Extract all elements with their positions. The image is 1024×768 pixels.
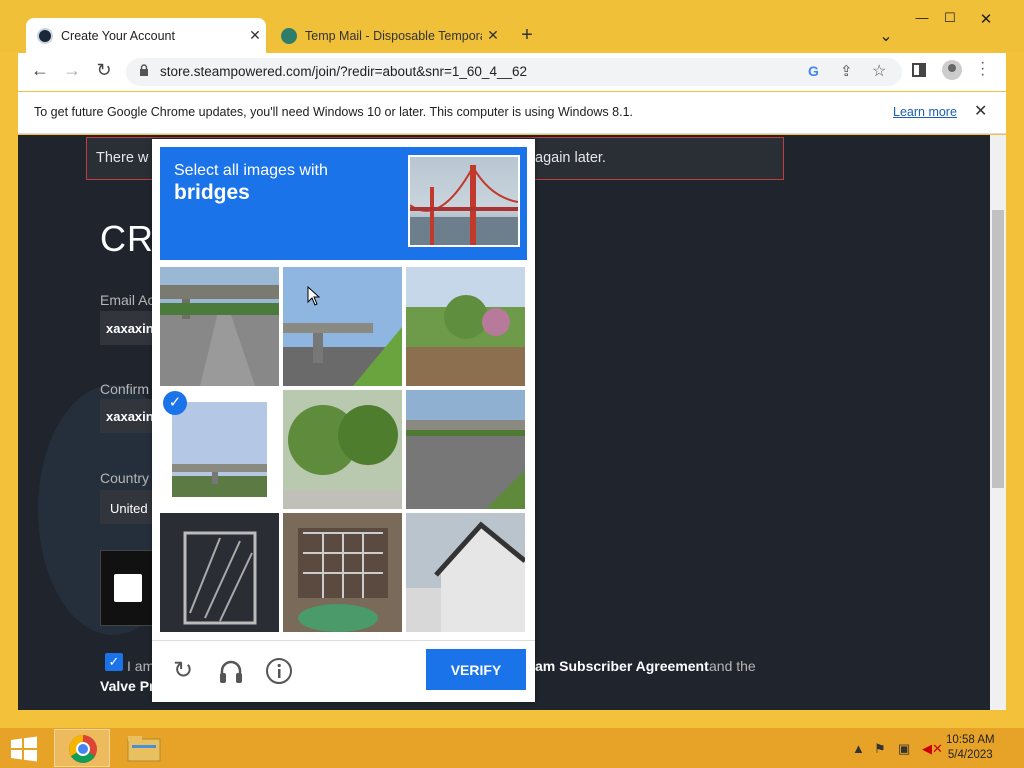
captcha-tile[interactable]	[283, 390, 402, 509]
selected-check-icon: ✓	[163, 391, 187, 415]
taskbar-chrome[interactable]	[54, 729, 110, 767]
verify-button[interactable]: VERIFY	[426, 649, 526, 690]
network-icon[interactable]: ▣	[898, 741, 910, 757]
infobar-close-icon[interactable]: ✕	[974, 101, 987, 121]
tempmail-icon	[281, 27, 297, 44]
taskbar-clock[interactable]: 10:58 AM 5/4/2023	[946, 733, 995, 763]
valve-privacy-link[interactable]: Valve Pr	[100, 678, 155, 694]
learn-more-link[interactable]: Learn more	[893, 105, 957, 119]
action-center-flag-icon[interactable]: ⚑	[874, 741, 886, 757]
captcha-target: bridges	[174, 181, 250, 204]
sample-bridge-image	[408, 155, 520, 247]
agree-and-text: and the	[709, 658, 756, 674]
subscriber-agreement-link[interactable]: am Subscriber Agreement	[535, 658, 709, 674]
error-text-left: There w	[96, 150, 149, 166]
confirm-email-label: Confirm	[100, 381, 150, 397]
maximize-button[interactable]: ☐	[936, 10, 964, 26]
scrollbar-thumb[interactable]	[992, 210, 1004, 488]
email-value: xaxaxin	[106, 321, 154, 336]
captcha-footer-divider	[152, 640, 535, 641]
headphones-icon[interactable]	[216, 656, 246, 686]
menu-icon[interactable]: · · ·	[980, 55, 985, 83]
reload-icon[interactable]: ↻	[168, 656, 198, 686]
tab-temp-mail[interactable]: Temp Mail - Disposable Tempora ✕	[270, 18, 504, 53]
agree-checkbox[interactable]: ✓	[105, 653, 123, 671]
captcha-tile[interactable]	[160, 267, 279, 386]
captcha-tile[interactable]	[283, 513, 402, 632]
steam-icon	[37, 27, 53, 44]
captcha-tile[interactable]	[406, 267, 525, 386]
country-value: United	[110, 501, 148, 516]
url-text[interactable]: store.steampowered.com/join/?redir=about…	[160, 64, 527, 79]
info-icon[interactable]	[264, 656, 294, 686]
captcha-tile[interactable]	[406, 390, 525, 509]
taskbar-file-explorer[interactable]	[116, 729, 172, 767]
windows-start-icon[interactable]	[10, 736, 38, 762]
forward-icon[interactable]: →	[60, 60, 84, 81]
minimize-button[interactable]: —	[908, 10, 936, 25]
clock-date: 5/4/2023	[947, 749, 993, 761]
mouse-cursor-icon	[307, 285, 321, 311]
close-tab-icon[interactable]: ✕	[482, 27, 504, 44]
captcha-tile[interactable]	[160, 513, 279, 632]
volume-muted-icon[interactable]: ◀✕	[922, 741, 943, 757]
reload-icon[interactable]: ↻	[92, 60, 116, 81]
infobar-message: To get future Google Chrome updates, you…	[34, 105, 633, 119]
tab-search-icon[interactable]: ⌄	[872, 26, 900, 46]
lock-icon[interactable]	[139, 64, 149, 77]
tab-title: Temp Mail - Disposable Tempora	[305, 28, 482, 43]
tab-create-account[interactable]: Create Your Account ✕	[26, 18, 266, 53]
tab-title: Create Your Account	[61, 28, 175, 43]
close-window-button[interactable]: ✕	[972, 10, 1000, 28]
agree-text-left: I am	[127, 658, 155, 674]
captcha-tile[interactable]	[406, 513, 525, 632]
star-icon[interactable]: ☆	[872, 61, 886, 81]
profile-icon[interactable]	[942, 60, 962, 80]
back-icon[interactable]: ←	[28, 60, 52, 81]
new-tab-button[interactable]: +	[516, 24, 538, 47]
email-label: Email Ac	[100, 292, 155, 308]
close-tab-icon[interactable]: ✕	[244, 27, 266, 44]
page-title: CR	[100, 218, 154, 259]
error-text-right: again later.	[535, 150, 606, 166]
recaptcha-checkbox[interactable]	[114, 574, 142, 602]
country-label: Country	[100, 470, 150, 486]
captcha-instruction: Select all images with	[174, 162, 328, 179]
tray-arrow-icon[interactable]: ▲	[852, 741, 865, 756]
confirm-email-value: xaxaxin	[106, 409, 154, 424]
share-icon[interactable]: ⇪	[840, 62, 853, 80]
captcha-tile[interactable]	[283, 267, 402, 386]
clock-time: 10:58 AM	[946, 734, 995, 746]
sidebar-icon[interactable]	[912, 63, 926, 77]
google-icon[interactable]: G	[808, 63, 819, 79]
